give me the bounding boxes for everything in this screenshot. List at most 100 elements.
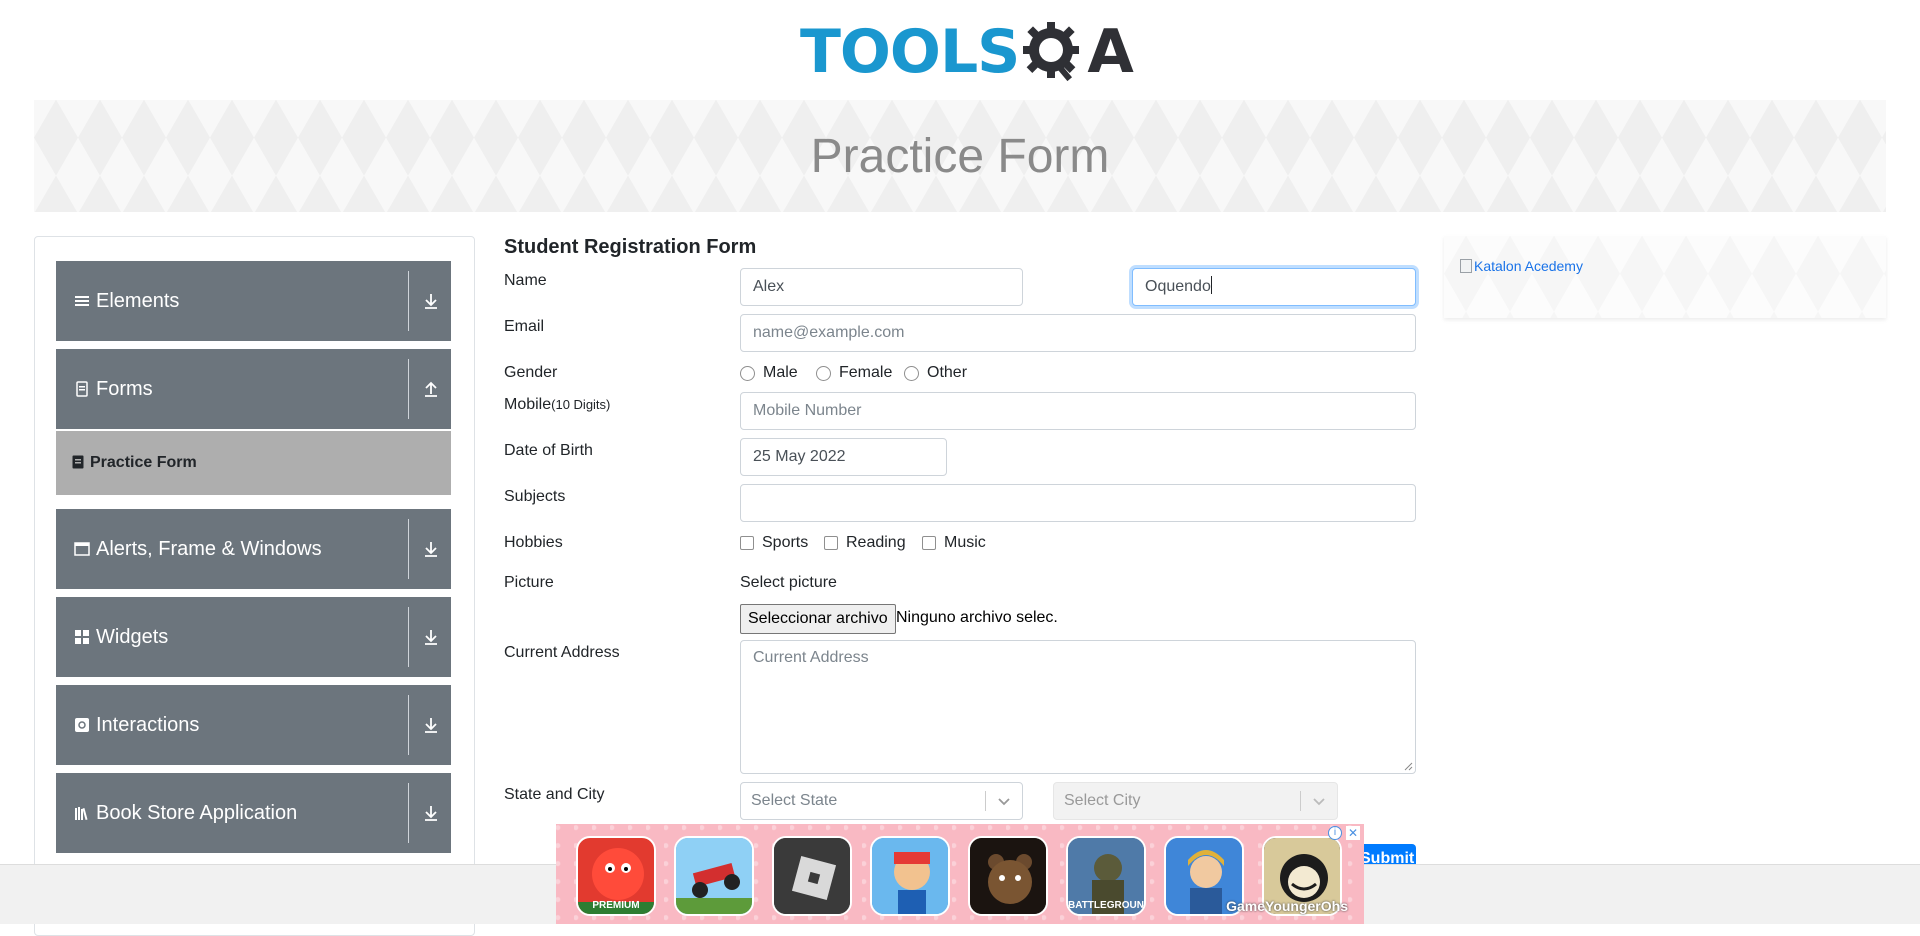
ad-brand-text: GameYoungerOhs — [1226, 898, 1348, 914]
chevron-down-icon — [1313, 798, 1325, 806]
sidebar-group-label: Book Store Application — [96, 802, 298, 824]
sidebar-item-label: Practice Form — [90, 454, 197, 471]
radio-circle — [904, 365, 919, 381]
refresh-icon — [75, 718, 89, 732]
mobile-input[interactable]: Mobile Number — [740, 392, 1416, 430]
radio-circle — [816, 365, 831, 381]
subjects-input[interactable] — [740, 484, 1416, 522]
hamburger-icon — [75, 296, 89, 306]
checkbox-label: Sports — [762, 534, 809, 551]
sidebar-group-elements[interactable]: Elements — [56, 261, 451, 341]
download-icon[interactable] — [421, 627, 441, 647]
ad-game-tile[interactable] — [772, 836, 852, 916]
dob-label: Date of Birth — [504, 442, 593, 459]
first-name-input[interactable]: Alex — [740, 268, 1023, 306]
checkbox-box — [740, 536, 754, 550]
radio-label: Female — [839, 364, 893, 381]
last-name-input[interactable]: Oquendo — [1132, 268, 1416, 306]
ad-game-tile[interactable]: PREMIUM — [576, 836, 656, 916]
chevron-down-icon — [998, 798, 1010, 806]
tile-label: BATTLEGROUNDS — [1068, 900, 1144, 911]
hobby-sports-checkbox[interactable]: Sports — [740, 534, 808, 552]
katalon-ad-banner[interactable]: Katalon Acedemy — [1444, 236, 1886, 318]
resize-handle-icon[interactable] — [1403, 761, 1413, 771]
gear-icon — [1023, 22, 1080, 82]
file-status-text: Ninguno archivo selec. — [896, 609, 1058, 626]
sidebar-item-practice-form[interactable]: Practice Form — [56, 431, 451, 495]
checkbox-label: Music — [944, 534, 986, 551]
form-title: Student Registration Form — [504, 236, 757, 258]
divider — [408, 783, 409, 843]
mobile-label-text: Mobile — [504, 396, 552, 413]
dob-input[interactable]: 25 May 2022 — [740, 438, 947, 476]
state-select[interactable]: Select State — [740, 782, 1023, 820]
gender-label: Gender — [504, 364, 558, 381]
car-icon — [676, 838, 752, 914]
checkbox-box — [824, 536, 838, 550]
current-address-textarea[interactable]: Current Address — [740, 640, 1416, 774]
gender-female-radio[interactable]: Female — [816, 364, 892, 382]
gender-male-radio[interactable]: Male — [740, 364, 798, 382]
radio-label: Male — [763, 364, 798, 381]
roblox-icon — [774, 838, 850, 914]
choose-file-button[interactable]: Seleccionar archivo — [740, 604, 896, 634]
divider — [408, 695, 409, 755]
checkbox-label: Reading — [846, 534, 906, 551]
hobbies-label: Hobbies — [504, 534, 563, 551]
divider — [985, 791, 986, 811]
sidebar-group-label: Alerts, Frame & Windows — [96, 538, 322, 560]
logo-qa-text: A — [1087, 17, 1133, 87]
sidebar-group-alerts[interactable]: Alerts, Frame & Windows — [56, 509, 451, 589]
mobile-hint: (10 Digits) — [551, 397, 611, 412]
address-label: Current Address — [504, 644, 620, 661]
document-icon — [76, 381, 88, 397]
ad-game-tile[interactable] — [968, 836, 1048, 916]
city-select[interactable]: Select City — [1053, 782, 1338, 820]
ad-alt-text: Katalon Acedemy — [1474, 258, 1583, 274]
download-icon[interactable] — [421, 539, 441, 559]
gender-other-radio[interactable]: Other — [904, 364, 967, 382]
window-icon — [74, 542, 90, 556]
ad-game-tile[interactable] — [674, 836, 754, 916]
divider — [408, 519, 409, 579]
email-input[interactable]: name@example.com — [740, 314, 1416, 352]
sidebar-group-widgets[interactable]: Widgets — [56, 597, 451, 677]
subjects-label: Subjects — [504, 488, 566, 505]
divider — [408, 607, 409, 667]
upload-icon[interactable] — [421, 379, 441, 399]
sidebar-group-interactions[interactable]: Interactions — [56, 685, 451, 765]
form-icon — [72, 455, 84, 469]
download-icon[interactable] — [421, 291, 441, 311]
ad-close-icon[interactable]: ✕ — [1346, 826, 1360, 840]
broken-image-link[interactable]: Katalon Acedemy — [1460, 258, 1583, 274]
sidebar-group-label: Forms — [96, 378, 153, 400]
sidebar-group-forms[interactable]: Forms — [56, 349, 451, 429]
city-placeholder: Select City — [1064, 792, 1141, 809]
state-city-label: State and City — [504, 786, 605, 803]
hobby-music-checkbox[interactable]: Music — [922, 534, 986, 552]
select-picture-text: Select picture — [740, 574, 837, 591]
bear-icon — [970, 838, 1046, 914]
toolsqa-logo[interactable]: TOOLS A — [800, 14, 1134, 90]
tile-label: PREMIUM — [592, 900, 640, 911]
bottom-ad-banner[interactable]: PREMIUM BATTLEGROUNDS i ✕ GameYoungerOhs — [556, 824, 1364, 924]
grid-icon — [75, 630, 89, 644]
radio-circle — [740, 365, 755, 381]
ad-game-tile[interactable] — [870, 836, 950, 916]
ad-info-icon[interactable]: i — [1328, 826, 1342, 840]
picture-label: Picture — [504, 574, 554, 591]
hobby-reading-checkbox[interactable]: Reading — [824, 534, 906, 552]
last-name-value: Oquendo — [1145, 278, 1211, 295]
sidebar-group-label: Widgets — [96, 626, 169, 648]
download-icon[interactable] — [421, 803, 441, 823]
ad-game-tile[interactable]: BATTLEGROUNDS — [1066, 836, 1146, 916]
divider — [408, 359, 409, 419]
page-title: Practice Form — [810, 129, 1110, 183]
download-icon[interactable] — [421, 715, 441, 735]
sidebar-group-label: Interactions — [96, 714, 200, 736]
text-caret — [1210, 276, 1212, 294]
page-banner: Practice Form — [34, 100, 1886, 212]
sidebar-group-book-store[interactable]: Book Store Application — [56, 773, 451, 853]
address-placeholder: Current Address — [753, 649, 869, 666]
sidebar: Elements Forms Practice Form Alerts, Fra… — [34, 236, 475, 936]
